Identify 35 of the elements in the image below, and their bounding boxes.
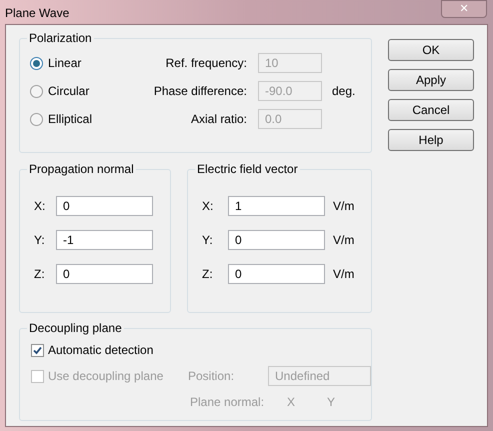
input-field[interactable]: 0 (56, 196, 153, 216)
axis-label: Y: (202, 232, 214, 248)
axis-label: Y: (34, 232, 46, 248)
axis-label: X: (202, 198, 214, 214)
input-field[interactable]: -1 (56, 230, 153, 250)
plane-normal-label: Plane normal: (190, 394, 266, 411)
dialog-button[interactable]: Cancel (388, 99, 474, 121)
axis-label: X: (34, 198, 46, 214)
axis-label: X (287, 394, 296, 411)
input-field[interactable]: 1 (228, 196, 325, 216)
unit-label: deg. (332, 83, 356, 100)
radio-option[interactable]: Linear (30, 53, 130, 73)
window-title: Plane Wave (5, 5, 70, 22)
group-title: Propagation normal (27, 161, 136, 177)
dialog-button[interactable]: Apply (388, 69, 474, 91)
dialog-button[interactable]: OK (388, 39, 474, 61)
input-field[interactable]: 0 (228, 264, 325, 284)
field-label: Ref. frequency: (164, 55, 248, 72)
radio-option[interactable]: Circular (30, 81, 130, 101)
position-label: Position: (188, 368, 236, 385)
field-label: Phase difference: (152, 83, 248, 100)
unit-label: V/m (333, 266, 354, 282)
axis-label: Y (327, 394, 336, 411)
axis-label: Z: (202, 266, 214, 282)
input-field[interactable]: 0 (228, 230, 325, 250)
unit-label: V/m (333, 198, 354, 214)
group-title: Decoupling plane (27, 320, 124, 336)
field-label: Axial ratio: (190, 111, 248, 128)
dialog-button[interactable]: Help (388, 129, 474, 151)
checkmark-icon (33, 346, 42, 354)
radio-option[interactable]: Elliptical (30, 109, 130, 129)
axis-label: Z: (34, 266, 46, 282)
input-field[interactable]: 0 (56, 264, 153, 284)
unit-label: V/m (333, 232, 354, 248)
checkbox-option[interactable]: Automatic detection (31, 341, 186, 359)
